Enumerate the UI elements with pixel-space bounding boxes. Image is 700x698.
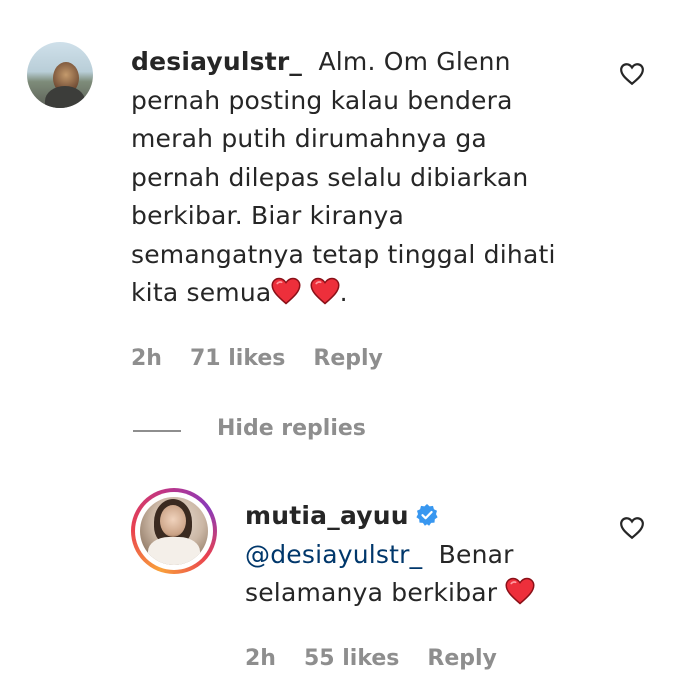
red-heart-emoji-icon bbox=[271, 277, 301, 305]
verified-badge-icon bbox=[416, 504, 438, 526]
reply-comment-body: mutia_ayuu @desiayulstr_ Benar selamanya… bbox=[245, 497, 625, 613]
reply-button[interactable]: Reply bbox=[427, 646, 497, 671]
red-heart-emoji-icon bbox=[505, 577, 535, 605]
reply-button[interactable]: Reply bbox=[313, 346, 383, 371]
comment-line-5: berkibar. Biar kiranya bbox=[131, 201, 405, 230]
hide-replies-divider bbox=[133, 430, 181, 432]
avatar[interactable] bbox=[140, 497, 208, 565]
comment-line-4: pernah dilepas selalu dibiarkan bbox=[131, 162, 529, 192]
comment-line-6: semangatnya tetap tinggal dihati bbox=[131, 239, 556, 269]
comment-username[interactable]: desiayulstr_ bbox=[131, 47, 302, 76]
reply-comment-meta: 2h 55 likes Reply bbox=[245, 646, 525, 671]
reply-likes[interactable]: 55 likes bbox=[304, 646, 399, 671]
hide-replies-button[interactable]: Hide replies bbox=[217, 416, 366, 441]
reply-time: 2h bbox=[245, 646, 276, 671]
comment-body: desiayulstr_ Alm. Om Glenn pernah postin… bbox=[131, 43, 601, 313]
reply-username[interactable]: mutia_ayuu bbox=[245, 501, 409, 530]
comment-line-3: merah putih dirumahnya ga bbox=[131, 124, 487, 153]
comment-line-2: pernah posting kalau bendera bbox=[131, 85, 513, 115]
like-heart-icon[interactable] bbox=[619, 516, 645, 540]
comment-likes[interactable]: 71 likes bbox=[190, 346, 285, 371]
reply-line-2: selamanya berkibar bbox=[245, 578, 498, 607]
comment-meta: 2h 71 likes Reply bbox=[131, 346, 411, 371]
reply-mention-link[interactable]: @desiayulstr_ bbox=[245, 540, 422, 569]
like-heart-icon[interactable] bbox=[619, 62, 645, 86]
comment-time: 2h bbox=[131, 346, 162, 371]
comment-line-7: kita semua bbox=[131, 278, 272, 307]
reply-line-1: Benar bbox=[438, 539, 514, 569]
avatar[interactable] bbox=[27, 42, 93, 108]
comment-line-end: . bbox=[339, 278, 348, 307]
red-heart-emoji-icon bbox=[310, 277, 340, 305]
comment-line-1: Alm. Om Glenn bbox=[318, 47, 511, 76]
